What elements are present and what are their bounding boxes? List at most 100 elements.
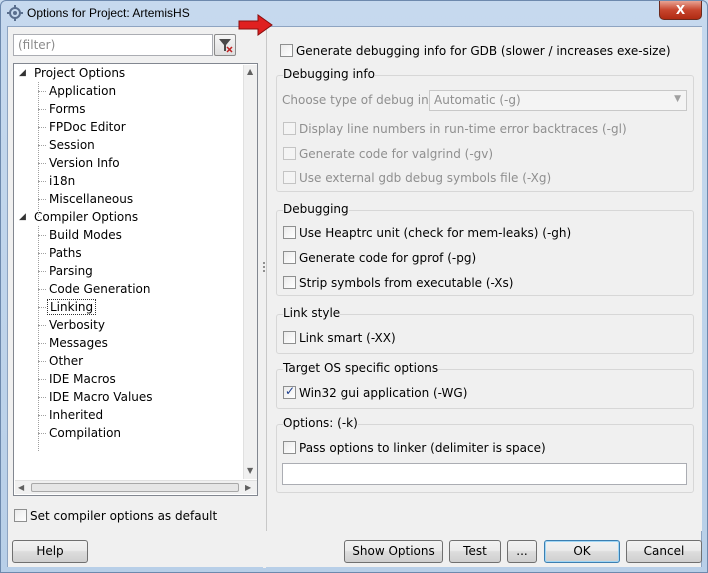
tree-item[interactable]: Paths [38, 244, 84, 262]
external-gdb-checkbox[interactable] [283, 171, 296, 184]
strip-symbols-row[interactable]: Strip symbols from executable (-Xs) [283, 275, 513, 290]
options-tree[interactable]: ◢ Project Options Application Forms FPDoc Ed… [13, 63, 258, 496]
expand-triangle-icon[interactable]: ◢ [19, 213, 26, 222]
valgrind-label: Generate code for valgrind (-gv) [299, 146, 494, 161]
win32-gui-label: Win32 gui application (-WG) [299, 385, 468, 400]
tree-item-label: Application [49, 84, 117, 98]
link-smart-checkbox[interactable] [283, 331, 296, 344]
tree-item[interactable]: IDE Macro Values [38, 388, 155, 406]
tree-item[interactable]: i18n [38, 172, 77, 190]
gprof-checkbox[interactable] [283, 251, 296, 264]
win32-gui-checkbox[interactable] [283, 384, 296, 399]
tree-connector [38, 235, 46, 236]
cancel-button[interactable]: Cancel [626, 540, 702, 563]
tree-item-label: Inherited [49, 408, 104, 422]
set-default-checkbox[interactable] [14, 509, 27, 522]
pass-options-row[interactable]: Pass options to linker (delimiter is spa… [283, 440, 546, 455]
tree-horizontal-scrollbar[interactable]: ◀ ▶ [15, 480, 257, 494]
tree-item[interactable]: Forms [38, 100, 87, 118]
gen-debug-checkbox[interactable] [280, 44, 293, 57]
valgrind-row[interactable]: Generate code for valgrind (-gv) [283, 146, 493, 161]
tree-item-label: Compilation [49, 426, 122, 440]
title-bar[interactable]: Options for Project: ArtemisHS X [1, 1, 707, 26]
tree-connector [38, 109, 46, 110]
test-button[interactable]: Test [449, 540, 501, 563]
debug-type-label: Choose type of debug info [282, 93, 441, 107]
tree-item[interactable]: Linking [38, 298, 97, 316]
tree-item-label: Code Generation [49, 282, 151, 296]
tree-item[interactable]: Verbosity [38, 316, 107, 334]
heaptrc-row[interactable]: Use Heaptrc unit (check for mem-leaks) (… [283, 225, 571, 240]
scroll-right-icon[interactable]: ▶ [245, 483, 251, 492]
pass-options-checkbox[interactable] [283, 441, 296, 454]
tree-connector [38, 415, 46, 416]
set-default-label: Set compiler options as default [30, 508, 218, 523]
debugging-info-title: Debugging info [283, 67, 375, 81]
help-button[interactable]: Help [12, 540, 88, 563]
filter-input[interactable]: (filter) [13, 34, 213, 56]
tree-connector [38, 127, 46, 128]
set-default-row[interactable]: Set compiler options as default [14, 508, 217, 523]
tree-item[interactable]: Session [38, 136, 97, 154]
valgrind-checkbox[interactable] [283, 147, 296, 160]
tree-item[interactable]: Build Modes [38, 226, 124, 244]
tree-item-label: FPDoc Editor [49, 120, 126, 134]
tree-item[interactable]: Miscellaneous [38, 190, 135, 208]
tree-connector [38, 253, 46, 254]
tree-item-label: i18n [49, 174, 76, 188]
gen-debug-row[interactable]: Generate debugging info for GDB (slower … [280, 43, 671, 58]
linker-options-input[interactable] [282, 463, 687, 485]
tree-item[interactable]: Compilation [38, 424, 123, 442]
line-numbers-label: Display line numbers in run-time error b… [299, 121, 627, 136]
tree-connector [38, 163, 46, 164]
ellipsis-button[interactable]: ... [507, 540, 537, 563]
link-smart-row[interactable]: Link smart (-XX) [283, 330, 396, 345]
tree-item-label: Version Info [49, 156, 120, 170]
tree-item[interactable]: Other [38, 352, 85, 370]
tree-item[interactable]: ◢ Project Options [19, 64, 127, 82]
ok-button[interactable]: OK [544, 540, 620, 563]
strip-symbols-checkbox[interactable] [283, 276, 296, 289]
line-numbers-checkbox[interactable] [283, 122, 296, 135]
tree-item[interactable]: Version Info [38, 154, 122, 172]
close-button[interactable]: X [659, 1, 702, 20]
tree-item-label: Project Options [34, 66, 126, 80]
scroll-left-icon[interactable]: ◀ [18, 483, 24, 492]
tree-connector [38, 91, 46, 92]
tree-connector [38, 226, 39, 451]
clear-filter-button[interactable] [214, 34, 236, 56]
win32-gui-row[interactable]: Win32 gui application (-WG) [283, 384, 468, 400]
tree-connector [38, 361, 46, 362]
scroll-up-icon[interactable]: ▲ [247, 67, 253, 76]
tree-item[interactable]: IDE Macros [38, 370, 118, 388]
tree-item-label: Build Modes [49, 228, 122, 242]
show-options-button[interactable]: Show Options [344, 540, 443, 563]
tree-connector [38, 181, 46, 182]
tree-item[interactable]: Code Generation [38, 280, 152, 298]
horizontal-scroll-thumb[interactable] [31, 483, 239, 492]
tree-connector [38, 289, 46, 290]
tree-connector [38, 343, 46, 344]
link-smart-label: Link smart (-XX) [299, 330, 396, 345]
tree-item[interactable]: Parsing [38, 262, 95, 280]
tree-item-label: Verbosity [49, 318, 105, 332]
tree-item[interactable]: ◢ Compiler Options [19, 208, 140, 226]
filter-funnel-icon [219, 39, 233, 53]
tree-item[interactable]: Inherited [38, 406, 105, 424]
debug-type-select[interactable]: Automatic (-g) ▼ [429, 90, 687, 111]
tree-vertical-scrollbar[interactable]: ▲ ▼ [243, 65, 257, 479]
tree-connector [38, 325, 46, 326]
tree-connector [38, 199, 46, 200]
heaptrc-checkbox[interactable] [283, 226, 296, 239]
tree-item-label: Compiler Options [34, 210, 139, 224]
tree-item[interactable]: FPDoc Editor [38, 118, 128, 136]
tree-item[interactable]: Messages [38, 334, 110, 352]
expand-triangle-icon[interactable]: ◢ [19, 69, 26, 78]
debugging-title: Debugging [283, 202, 349, 216]
external-gdb-row[interactable]: Use external gdb debug symbols file (-Xg… [283, 170, 551, 185]
tree-item[interactable]: Application [38, 82, 118, 100]
scroll-down-icon[interactable]: ▼ [247, 466, 253, 475]
line-numbers-row[interactable]: Display line numbers in run-time error b… [283, 121, 627, 136]
gprof-row[interactable]: Generate code for gprof (-pg) [283, 250, 476, 265]
lazarus-gear-icon [7, 5, 23, 21]
